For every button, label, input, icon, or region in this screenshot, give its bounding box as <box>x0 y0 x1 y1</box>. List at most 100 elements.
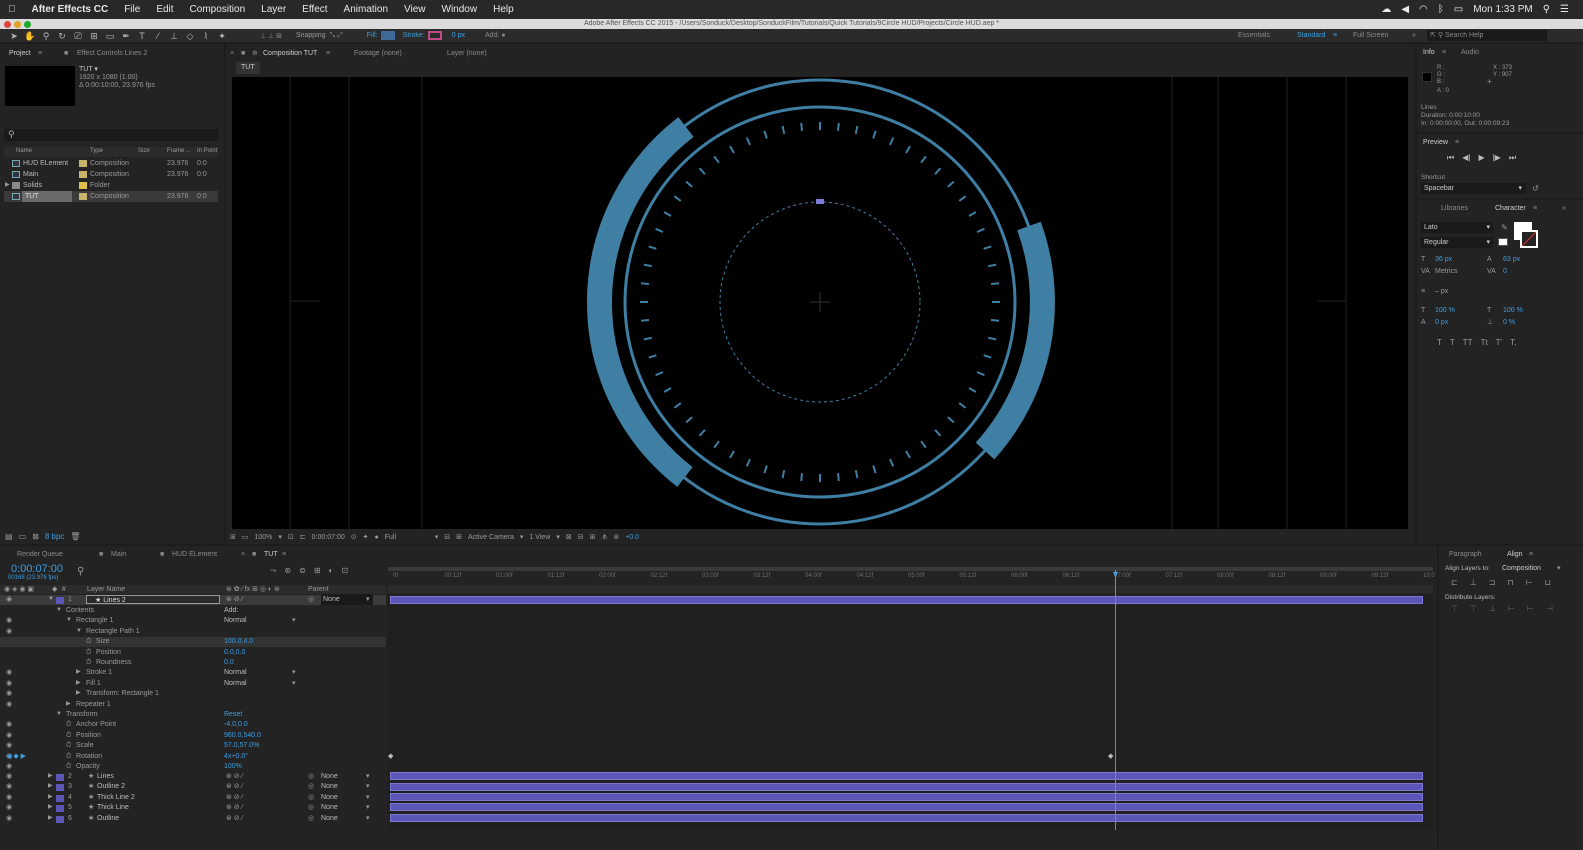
property-value[interactable]: 100.0,4.0 <box>224 636 253 647</box>
layer-row[interactable]: ◉ ▶ 6 ★ Outline ⊛ ⊘ ⁄ ◎ None ▾ <box>0 814 386 824</box>
layer-row-selected[interactable]: ◉ ▼ 1 ★ Lines 2 ⊛ ⊘ ⁄ ◎ None ▾ <box>0 594 386 605</box>
property-row[interactable]: ◉ ⏱ Position 960.0,540.0 <box>0 731 386 741</box>
font-size[interactable]: 36 px <box>1435 254 1452 265</box>
property-row[interactable]: ◉ ▶ Transform: Rectangle 1 <box>0 689 386 699</box>
stopwatch-icon[interactable]: ⏱ <box>86 657 91 668</box>
tab-character[interactable]: Character <box>1495 203 1526 215</box>
expand-triangle-icon[interactable]: ▶ <box>76 667 81 678</box>
property-row[interactable]: ◉ ▼ Rectangle Path 1 <box>0 627 386 637</box>
stroke-width[interactable]: – px <box>1435 286 1448 297</box>
black-white-swatch[interactable] <box>1498 238 1508 246</box>
rectangle-tool-icon[interactable]: ▭ <box>102 30 118 42</box>
add-label[interactable]: Add: <box>485 32 499 39</box>
apple-icon[interactable]:  <box>0 4 24 15</box>
camera-select[interactable]: Active Camera <box>468 534 514 541</box>
layer-name[interactable]: Outline <box>97 813 119 824</box>
chevron-down-icon[interactable]: ▾ <box>366 771 370 782</box>
baseline-shift[interactable]: 0 px <box>1435 317 1448 328</box>
search-icon[interactable]: ⚲ <box>77 566 84 577</box>
stopwatch-icon[interactable]: ⏱ <box>66 719 71 730</box>
snapping-icon[interactable]: ⤡ ⤢ <box>330 32 343 40</box>
layer-duration-bar[interactable] <box>390 793 1423 801</box>
property-value[interactable]: 0.0 <box>224 657 234 668</box>
property-value[interactable]: Normal <box>224 667 247 678</box>
chevron-down-icon[interactable]: ▾ <box>366 802 370 813</box>
prev-frame-icon[interactable]: ◀| <box>1462 153 1470 163</box>
layer-name[interactable]: ★ Lines 2 <box>86 595 220 604</box>
pan-behind-tool-icon[interactable]: ⊞ <box>86 30 102 42</box>
eyedropper-icon[interactable]: ✎ <box>1501 222 1508 233</box>
eye-icon[interactable]: ◉ <box>6 719 12 730</box>
menu-help[interactable]: Help <box>485 4 522 15</box>
always-preview-icon[interactable]: ⊞ <box>230 533 236 541</box>
preview-title[interactable]: Preview <box>1423 137 1448 149</box>
panel-menu-icon[interactable]: ≡ <box>38 48 42 60</box>
monitor-icon[interactable]: ▭ <box>242 533 249 541</box>
chevron-down-icon[interactable]: ▾ <box>292 678 296 689</box>
search-help-input[interactable]: ⇱ ⚲ Search Help <box>1427 30 1547 41</box>
menu-edit[interactable]: Edit <box>148 4 181 15</box>
brush-tool-icon[interactable]: ⁄ <box>150 30 166 42</box>
color-channel-icon[interactable]: ● <box>375 534 379 541</box>
panel-menu-icon[interactable]: ≡ <box>1529 549 1533 561</box>
property-row[interactable]: ⏱ Roundness 0.0 <box>0 658 386 668</box>
axis-tools[interactable]: ⊥ ⊥ ⊞ <box>260 32 282 40</box>
layer-switches[interactable]: ⊛ ⊘ ⁄ <box>226 792 243 803</box>
fill-swatch[interactable] <box>380 31 395 40</box>
panel-menu-icon[interactable]: ≡ <box>326 48 330 60</box>
property-row[interactable]: ◉ ⏱ ◀ ◆ ▶ Rotation 4x+0.0° <box>0 752 386 762</box>
property-value[interactable]: Normal <box>224 678 247 689</box>
tab-libraries[interactable]: Libraries <box>1441 203 1468 215</box>
expand-triangle-icon[interactable]: ▶ <box>66 699 71 710</box>
spotlight-icon[interactable]: ⚲ <box>1543 4 1550 15</box>
zoom-tool-icon[interactable]: ⚲ <box>38 30 54 42</box>
shy-icon[interactable]: ⊜ <box>299 566 306 576</box>
trash-icon[interactable]: 🗑 <box>70 532 80 541</box>
snapping-label[interactable]: Snapping <box>296 32 326 39</box>
ruler-scroll[interactable] <box>388 585 1433 593</box>
list-item[interactable]: ▶ Solids Folder <box>4 180 218 191</box>
align-left-icon[interactable]: ⊏ <box>1451 578 1458 587</box>
play-icon[interactable]: ▶ <box>1478 153 1484 163</box>
list-item[interactable]: HUD ELement Composition 23.976 0:0 <box>4 158 218 169</box>
clock[interactable]: Mon 1:33 PM <box>1473 4 1532 15</box>
workspace-essentials[interactable]: Essentials <box>1238 29 1270 42</box>
property-row[interactable]: ◉ ▶ Stroke 1 Normal ▾ <box>0 668 386 678</box>
view-layout-select[interactable]: 1 View <box>529 534 550 541</box>
eye-icon[interactable]: ◉ <box>6 781 12 792</box>
layer-duration-bar[interactable] <box>390 783 1423 791</box>
last-frame-icon[interactable]: ⏭ <box>1509 153 1516 163</box>
stroke-color-swatch[interactable] <box>1520 230 1538 248</box>
property-row[interactable]: ▼ Transform Reset <box>0 710 386 720</box>
fill-label[interactable]: Fill: <box>367 32 378 39</box>
transparency-grid-icon[interactable]: ⊞ <box>456 533 462 541</box>
expand-triangle-icon[interactable]: ▼ <box>56 605 62 616</box>
bpc-toggle[interactable]: 8 bpc <box>45 532 65 541</box>
tab-footage[interactable]: Footage (none) <box>354 48 402 60</box>
distribute-vcenter-icon[interactable]: ⊤ <box>1470 604 1477 613</box>
snapshot-icon[interactable]: ⊙ <box>351 533 357 541</box>
menu-file[interactable]: File <box>116 4 148 15</box>
interpret-footage-icon[interactable]: ▤ <box>5 532 13 541</box>
resolution-select[interactable]: Full <box>385 534 429 541</box>
layer-switches[interactable]: ⊛ ⊘ ⁄ <box>226 771 243 782</box>
tsume[interactable]: 0 % <box>1503 317 1515 328</box>
panel-menu-icon[interactable]: ≡ <box>1455 137 1459 149</box>
eye-icon[interactable]: ◉ <box>6 678 12 689</box>
breadcrumb[interactable]: TUT <box>236 62 260 74</box>
distribute-left-icon[interactable]: ⊢ <box>1508 604 1515 613</box>
eye-icon[interactable]: ◉ <box>6 699 12 710</box>
exposure-icon[interactable]: ⊛ <box>613 533 619 541</box>
layer-switches[interactable]: ⊛ ⊘ ⁄ <box>226 813 243 824</box>
playhead-handle-icon[interactable]: ▼ <box>1111 570 1120 579</box>
expand-triangle-icon[interactable]: ▼ <box>76 626 82 637</box>
timeline-current-time[interactable]: 0:00:07:00 <box>11 563 63 575</box>
pen-tool-icon[interactable]: ✒ <box>118 30 134 42</box>
vertical-scale[interactable]: 100 % <box>1435 305 1455 316</box>
workspace-menu-icon[interactable]: ≡ <box>1333 29 1337 42</box>
property-value[interactable]: Reset <box>224 709 242 720</box>
expand-triangle-icon[interactable]: ▶ <box>48 802 53 813</box>
type-tool-icon[interactable]: T <box>134 30 150 42</box>
rotation-tool-icon[interactable]: ↻ <box>54 30 70 42</box>
col-frame-rate[interactable]: Frame ... <box>167 146 191 157</box>
